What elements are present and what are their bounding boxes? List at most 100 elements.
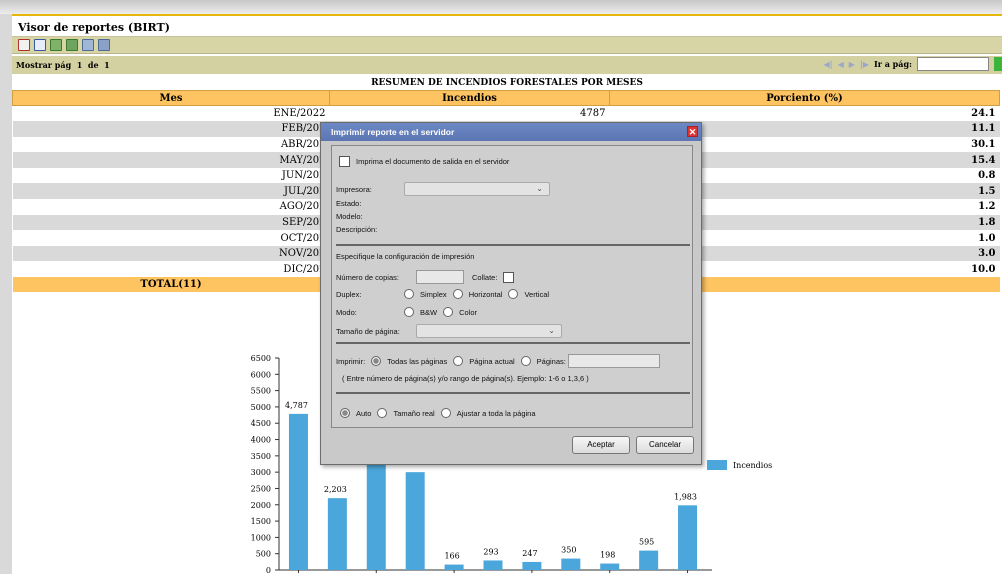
- status-row: Estado:: [336, 199, 361, 208]
- copies-row: Número de copias: Collate:: [336, 270, 515, 284]
- table-cell-mes: ENE/2022: [273, 108, 326, 120]
- data-label: 595: [639, 538, 654, 547]
- fit-actual-size-radio[interactable]: [377, 408, 388, 418]
- toc-icon[interactable]: [18, 39, 30, 51]
- y-tick-label: 3000: [251, 468, 271, 477]
- bar: [483, 560, 503, 570]
- y-tick-label: 4500: [251, 419, 271, 428]
- y-tick-label: 3500: [251, 452, 271, 461]
- duplex-vertical-radio[interactable]: [508, 289, 519, 299]
- table-cell-mes: NOV/202: [12, 245, 330, 262]
- bar: [444, 564, 464, 570]
- chevron-down-icon: ⌄: [548, 326, 555, 335]
- dialog-body: Imprima el documento de salida en el ser…: [331, 145, 693, 428]
- all-pages-label: Todas las páginas: [387, 356, 448, 366]
- y-tick-label: 2500: [251, 484, 271, 493]
- page-size-label: Tamaño de página:: [336, 326, 400, 336]
- fit-actual-size-label: Tamaño real: [393, 408, 435, 418]
- print-server-icon[interactable]: [98, 39, 110, 51]
- next-page-icon[interactable]: ▶: [849, 59, 855, 69]
- data-label: 198: [600, 551, 615, 560]
- y-tick-label: 1500: [251, 517, 271, 526]
- bar: [288, 413, 308, 570]
- pages-hint: ( Entre número de página(s) y/o rango de…: [342, 374, 589, 383]
- table-cell-mes: JUL/202: [12, 183, 330, 200]
- viewer-title: Visor de reportes (BIRT): [12, 16, 1002, 36]
- duplex-horizontal-label: Horizontal: [468, 289, 503, 299]
- export-data-icon[interactable]: [50, 39, 62, 51]
- bar: [522, 561, 542, 570]
- print-on-server-label: Imprima el documento de salida en el ser…: [356, 157, 510, 166]
- legend-label: Incendios: [733, 460, 773, 470]
- table-cell-mes: OCT/202: [280, 232, 326, 244]
- previous-page-icon[interactable]: ◀: [838, 59, 844, 69]
- goto-page-input[interactable]: [917, 57, 989, 71]
- go-button[interactable]: [994, 57, 1002, 71]
- table-cell-mes: ABR/202: [280, 138, 326, 150]
- dialog-title: Imprimir reporte en el servidor: [331, 127, 455, 137]
- divider: [336, 392, 690, 394]
- duplex-vertical-label: Vertical: [524, 289, 550, 299]
- last-page-icon[interactable]: |▶: [860, 59, 869, 69]
- divider: [336, 244, 690, 246]
- y-tick-label: 2000: [251, 501, 271, 510]
- description-row: Descripción:: [336, 225, 377, 234]
- printer-select[interactable]: ⌄: [404, 182, 550, 196]
- model-row: Modelo:: [336, 212, 363, 221]
- printer-row: Impresora: ⌄: [336, 182, 550, 196]
- print-range-row: Imprimir: Todas las páginas Página actua…: [336, 354, 660, 368]
- bar: [327, 498, 347, 570]
- column-header-porciento: Porciento (%): [609, 90, 1000, 106]
- model-label: Modelo:: [336, 212, 363, 221]
- print-icon[interactable]: [82, 39, 94, 51]
- table-row: ENE/2022 4787 24.1: [13, 106, 1000, 122]
- pages-radio[interactable]: [520, 356, 531, 366]
- pages-input[interactable]: [567, 354, 660, 368]
- fit-auto-radio[interactable]: [340, 408, 350, 418]
- duplex-horizontal-radio[interactable]: [452, 289, 463, 299]
- print-dialog: Imprimir reporte en el servidor ✕ Imprim…: [320, 122, 702, 465]
- print-on-server-checkbox[interactable]: [339, 156, 350, 167]
- bar: [678, 505, 698, 570]
- window-shadow: [0, 0, 1002, 14]
- bar: [639, 550, 659, 570]
- current-page-label: Página actual: [469, 356, 515, 366]
- fit-whole-page-radio[interactable]: [440, 408, 451, 418]
- cancel-button[interactable]: Cancelar: [636, 436, 694, 454]
- close-icon[interactable]: ✕: [687, 126, 698, 137]
- y-tick-label: 500: [256, 550, 271, 559]
- status-label: Estado:: [336, 199, 362, 208]
- collate-checkbox[interactable]: [503, 271, 515, 283]
- config-heading-row: Especifique la configuración de impresió…: [336, 252, 474, 261]
- accept-button[interactable]: Aceptar: [572, 436, 630, 454]
- table-cell-mes: AGO/202: [279, 201, 326, 213]
- duplex-simplex-radio[interactable]: [404, 289, 414, 299]
- printer-label: Impresora:: [336, 184, 372, 194]
- mode-label: Modo:: [336, 307, 357, 317]
- pages-hint-row: ( Entre número de página(s) y/o rango de…: [342, 374, 589, 383]
- export-report-icon[interactable]: [66, 39, 78, 51]
- data-label: 2,203: [324, 485, 347, 494]
- first-page-icon[interactable]: ◀|: [824, 59, 833, 69]
- copies-label: Número de copias:: [336, 272, 399, 282]
- data-label: 293: [483, 547, 498, 556]
- page-info: Mostrar pág 1 de 1: [16, 60, 110, 70]
- y-tick-label: 5500: [251, 387, 271, 396]
- current-page-radio[interactable]: [453, 356, 464, 366]
- total-label: TOTAL(11): [12, 277, 330, 293]
- mode-color-radio[interactable]: [443, 307, 454, 317]
- parameters-icon[interactable]: [34, 39, 46, 51]
- all-pages-radio[interactable]: [371, 356, 382, 366]
- table-cell-inc: 4787: [580, 108, 606, 120]
- chevron-down-icon: ⌄: [536, 184, 543, 193]
- divider: [336, 342, 690, 344]
- page-size-select[interactable]: ⌄: [416, 324, 562, 338]
- table-cell-mes: DIC/202: [283, 263, 326, 275]
- y-tick-label: 0: [266, 566, 271, 574]
- report-title: RESUMEN DE INCENDIOS FORESTALES POR MESE…: [371, 78, 643, 88]
- copies-input[interactable]: [416, 270, 464, 284]
- data-label: 1,983: [674, 492, 697, 501]
- mode-bw-radio[interactable]: [404, 307, 414, 317]
- y-tick-label: 6500: [251, 354, 271, 363]
- table-cell-mes: FEB/202: [12, 121, 330, 137]
